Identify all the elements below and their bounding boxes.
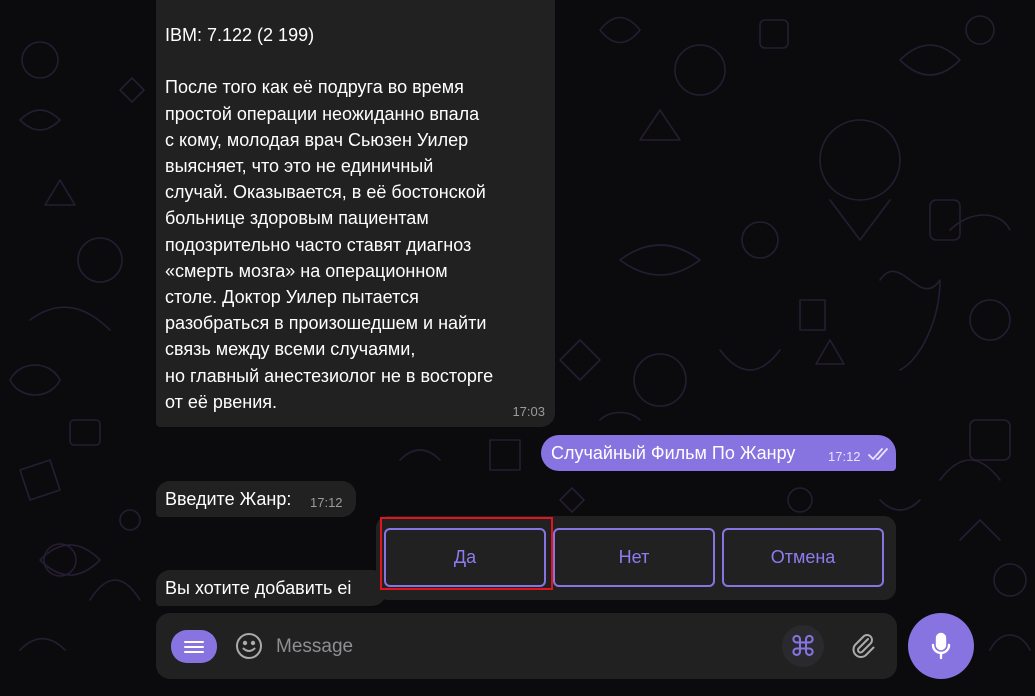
reply-keyboard: Да Нет Отмена — [376, 516, 896, 600]
cancel-button[interactable]: Отмена — [722, 528, 884, 587]
voice-record-button[interactable] — [908, 613, 974, 679]
bot-commands-button[interactable]: ⌘ — [782, 625, 824, 667]
smiley-icon — [236, 633, 262, 659]
menu-button[interactable] — [171, 630, 217, 663]
no-button[interactable]: Нет — [553, 528, 715, 587]
message-time: 17:12 — [310, 495, 343, 510]
message-text: Случайный Фильм По Жанру — [551, 443, 796, 463]
yes-button[interactable]: Да — [384, 528, 546, 587]
menu-lines-icon — [184, 640, 204, 653]
chat-window: IBM: 7.122 (2 199) После того как её под… — [0, 0, 1035, 696]
read-double-check-icon — [868, 448, 888, 460]
message-text: Вы хотите добавить ei — [165, 578, 352, 598]
message-text: Введите Жанр: — [165, 489, 292, 509]
message-movie-info: IBM: 7.122 (2 199) После того как её под… — [156, 0, 555, 427]
message-input[interactable] — [274, 627, 758, 667]
command-symbol-icon: ⌘ — [789, 629, 817, 663]
message-composer: ⌘ — [156, 613, 897, 679]
message-time: 17:03 — [512, 404, 545, 419]
microphone-icon — [931, 632, 951, 660]
message-add-question: Вы хотите добавить ei — [156, 570, 386, 606]
message-time: 17:12 — [828, 449, 861, 464]
paperclip-icon — [852, 634, 875, 658]
emoji-button[interactable] — [234, 631, 264, 666]
message-text: IBM: 7.122 (2 199) После того как её под… — [165, 25, 494, 412]
attach-button[interactable] — [848, 631, 878, 666]
message-enter-genre: Введите Жанр: 17:12 — [156, 481, 356, 517]
message-random-film: Случайный Фильм По Жанру 17:12 — [541, 435, 896, 471]
